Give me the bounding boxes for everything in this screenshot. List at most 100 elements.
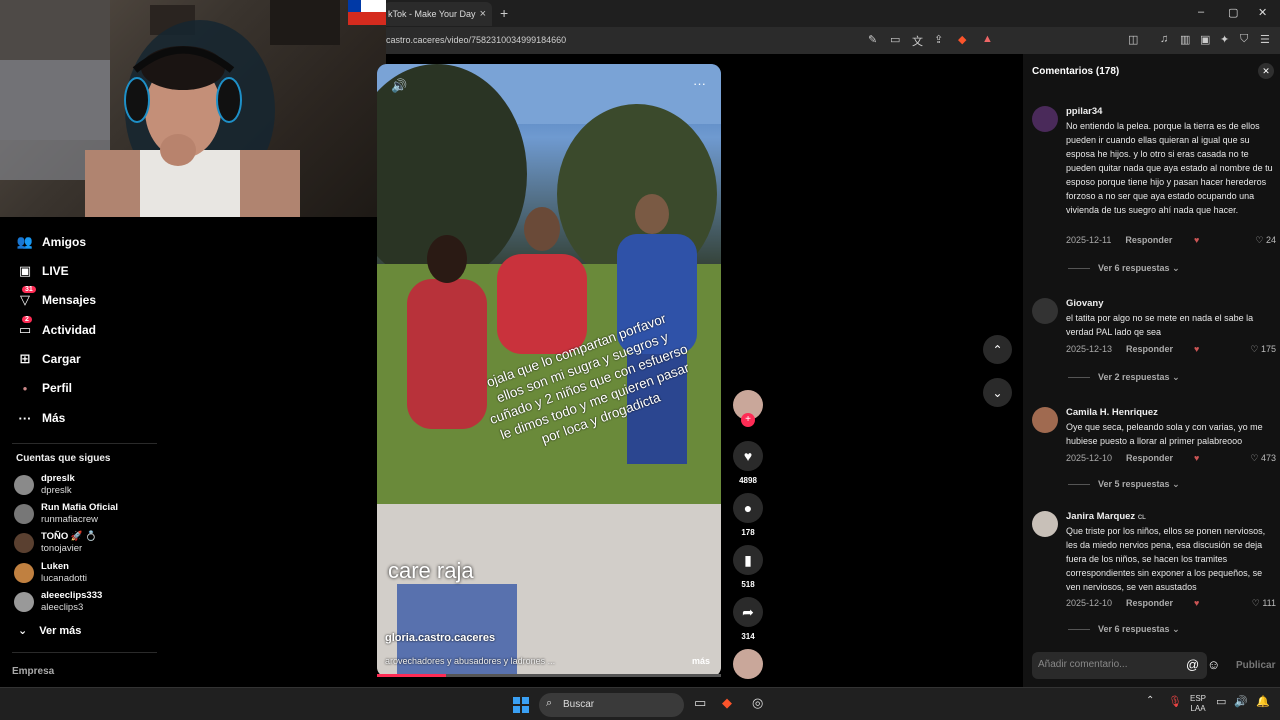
video-progress-fill (377, 674, 446, 677)
vpn-icon[interactable]: ⛉ (1240, 33, 1248, 46)
minimize-button[interactable]: – (1198, 6, 1204, 18)
emoji-icon[interactable]: ☺ (1207, 657, 1220, 672)
reply-button[interactable]: Responder (1125, 235, 1172, 245)
comment-meta: 2025-12-13 Responder ♥ ♡ 175 (1066, 344, 1276, 354)
view-replies-label: Ver 2 respuestas (1098, 372, 1170, 382)
sound-avatar[interactable] (733, 649, 763, 679)
sidebar-item-live[interactable]: ▣ LIVE (16, 261, 69, 281)
description-more-button[interactable]: más (692, 656, 710, 666)
sidebar-item-label: LIVE (42, 264, 69, 278)
sidebar-item-mas[interactable]: ··· Más (16, 408, 66, 428)
ai-icon[interactable]: ✦ (1220, 33, 1229, 46)
sidebar-item-amigos[interactable]: 👥 Amigos (16, 232, 86, 252)
volume-tray-icon[interactable]: 🔊 (1234, 695, 1248, 708)
comment-input[interactable]: Añadir comentario... (1032, 652, 1207, 679)
taskbar-search[interactable]: ⌕ Buscar (539, 693, 684, 717)
comment-meta: 2025-12-10 Responder ♥ ♡ 111 (1066, 598, 1276, 608)
reply-button[interactable]: Responder (1126, 598, 1173, 608)
following-account[interactable]: Run Mafia Oficial runmafiacrew (14, 502, 118, 526)
task-view-icon[interactable]: ▭ (694, 695, 706, 711)
wallet-icon[interactable]: ▣ (1200, 33, 1210, 46)
search-icon: ⌕ (546, 697, 553, 709)
avatar[interactable] (1032, 106, 1058, 132)
post-button[interactable]: Publicar (1236, 660, 1275, 671)
windows-start-icon[interactable] (513, 697, 529, 713)
mention-icon[interactable]: @ (1186, 657, 1199, 672)
sidebar-toggle-icon[interactable]: ▥ (1180, 33, 1190, 46)
url-field[interactable]: castro.caceres/video/7582310034999184660 (386, 35, 566, 45)
save-button[interactable]: ▮ 518 (733, 545, 763, 589)
view-replies-button[interactable]: Ver 6 respuestas ⌄ (1068, 263, 1180, 274)
avatar[interactable] (1032, 298, 1058, 324)
microphone-icon[interactable]: 🎙 (1168, 695, 1182, 708)
account-handle: aleeclips3 (41, 602, 84, 613)
following-account[interactable]: Luken lucanadotti (14, 561, 87, 585)
like-button[interactable]: ♥ 4898 (733, 441, 763, 485)
network-icon[interactable]: ▭ (1216, 695, 1226, 708)
comment-count: 178 (741, 528, 755, 537)
close-window-button[interactable]: ✕ (1258, 6, 1267, 19)
screen-icon[interactable]: ▭ (890, 33, 900, 46)
comments-count: (178) (1095, 66, 1120, 77)
reply-button[interactable]: Responder (1126, 344, 1173, 354)
avatar (14, 563, 34, 583)
next-video-button[interactable]: ⌄ (983, 378, 1012, 407)
notification-bell-icon[interactable]: 🔔 (1256, 695, 1270, 708)
following-account[interactable]: TOÑO 🚀 💍 tonojavier (14, 531, 97, 555)
like-button[interactable]: ♡ 473 (1250, 453, 1276, 464)
maximize-button[interactable]: ▢ (1228, 6, 1238, 19)
app-icon[interactable]: ◎ (752, 695, 763, 711)
like-button[interactable]: ♡ 111 (1252, 598, 1276, 609)
share-icon[interactable]: ⇪ (934, 33, 943, 46)
new-tab-button[interactable]: + (500, 5, 508, 21)
camera-icon[interactable]: ◫ (1128, 33, 1138, 46)
chevron-up-icon: ⌃ (992, 342, 1003, 357)
avatar[interactable] (1032, 511, 1058, 537)
video-progress-bar[interactable] (377, 674, 721, 677)
comment-user[interactable]: Camila H. Henriquez (1066, 407, 1158, 418)
translate-icon[interactable]: 文 (912, 33, 923, 49)
comment-button[interactable]: ● 178 (733, 493, 763, 537)
share-button[interactable]: ➦ 314 (733, 597, 763, 641)
menu-icon[interactable]: ☰ (1260, 33, 1270, 46)
music-icon[interactable]: ♫ (1160, 33, 1168, 45)
video-author[interactable]: gloria.castro.caceres (385, 632, 495, 644)
more-options-icon[interactable]: ··· (693, 76, 706, 91)
tray-chevron-icon[interactable]: ⌃ (1146, 695, 1154, 706)
like-button[interactable]: ♡ 175 (1250, 344, 1276, 355)
sidebar-item-mensajes[interactable]: ▽ 31 Mensajes (16, 286, 96, 310)
browser-tab[interactable]: kTok - Make Your Day × (384, 2, 492, 26)
like-button[interactable]: ♡ 24 (1255, 235, 1276, 246)
volume-icon[interactable]: 🔊 (391, 78, 407, 94)
sidebar-item-actividad[interactable]: ▭ 2 Actividad (16, 316, 96, 340)
follow-plus-icon[interactable]: + (741, 413, 755, 427)
comment-user[interactable]: Janira Marquez CL (1066, 511, 1146, 522)
view-replies-button[interactable]: Ver 2 respuestas ⌄ (1068, 372, 1180, 383)
view-replies-button[interactable]: Ver 5 respuestas ⌄ (1068, 479, 1180, 490)
reader-icon[interactable]: ✎ (868, 33, 877, 46)
sidebar-item-cargar[interactable]: ⊞ Cargar (16, 349, 81, 369)
following-account[interactable]: dpreslk dpreslk (14, 473, 75, 497)
reply-button[interactable]: Responder (1126, 453, 1173, 463)
see-more-button[interactable]: ⌄ Ver más (18, 624, 81, 637)
close-icon[interactable]: ✕ (1258, 63, 1274, 79)
chevron-down-icon: ⌄ (18, 625, 28, 637)
comment-user[interactable]: Giovany (1066, 298, 1104, 309)
avatar (14, 592, 34, 612)
brave-browser-icon[interactable]: ◆ (722, 695, 732, 711)
company-link[interactable]: Empresa (12, 666, 54, 677)
language-indicator[interactable]: ESP LAA (1190, 694, 1206, 714)
following-account[interactable]: aleeeclips333 aleeclips3 (14, 590, 102, 614)
view-replies-button[interactable]: Ver 6 respuestas ⌄ (1068, 624, 1180, 635)
view-replies-label: Ver 5 respuestas (1098, 479, 1170, 489)
previous-video-button[interactable]: ⌃ (983, 335, 1012, 364)
rewards-icon[interactable]: ▲ (982, 33, 993, 45)
avatar[interactable] (1032, 407, 1058, 433)
avatar (14, 475, 34, 495)
brave-shield-icon[interactable]: ◆ (958, 33, 966, 46)
like-count: 24 (1265, 235, 1276, 245)
creator-avatar[interactable]: + (733, 390, 763, 427)
sidebar-item-perfil[interactable]: ● Perfil (16, 378, 72, 398)
comment-user[interactable]: ppilar34 (1066, 106, 1102, 117)
tab-close-icon[interactable]: × (480, 8, 486, 20)
